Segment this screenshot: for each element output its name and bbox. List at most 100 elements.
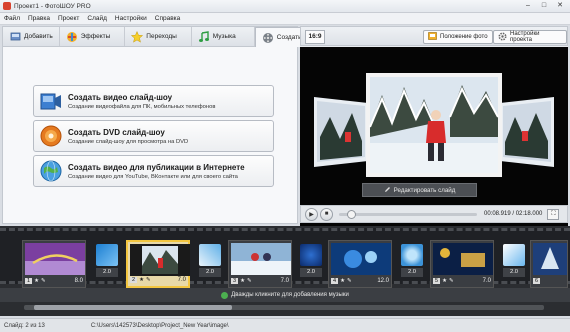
slide-thumbnail xyxy=(130,244,190,276)
timeline-transition[interactable]: 2.0 xyxy=(199,244,221,284)
preview-panel: 16:9 Положение фото Настройки проекта Ре… xyxy=(300,26,568,227)
maximize-button[interactable]: □ xyxy=(537,1,551,11)
music-track[interactable]: Дважды кликните для добавления музыки xyxy=(0,288,570,302)
slide-thumbnail xyxy=(533,243,567,275)
window-title: Проект1 - ФотоШОУ PRO xyxy=(14,2,91,10)
timeline-slide[interactable]: 5 ★ ✎ 7.0 xyxy=(430,240,494,288)
slide-thumbnail xyxy=(433,243,493,275)
timeline-transition[interactable]: 2.0 xyxy=(300,244,322,284)
star-icon: ★ xyxy=(139,277,144,283)
slide-number: 3 xyxy=(231,278,239,284)
tab-music[interactable]: Музыка xyxy=(192,27,255,46)
create-web-subtitle: Создание видео для YouTube, ВКонтакте ил… xyxy=(68,173,238,180)
aspect-ratio-button[interactable]: 16:9 xyxy=(305,30,325,44)
slide-duration: 7.0 xyxy=(280,278,289,284)
stop-icon: ■ xyxy=(324,211,329,217)
timeline-slide-selected[interactable]: 2 ★ ✎ 7.0 xyxy=(126,240,190,288)
edit-slide-label: Редактировать слайд xyxy=(393,186,456,194)
pencil-icon: ✎ xyxy=(449,278,454,284)
stop-button[interactable]: ■ xyxy=(320,207,333,221)
play-button[interactable]: ▶ xyxy=(305,207,318,221)
slide-number: 4 xyxy=(331,278,339,284)
left-panel: Добавить Эффекты Переходы Музыка Создать xyxy=(2,26,315,224)
tab-add[interactable]: Добавить xyxy=(3,27,60,46)
slide-number: 1 xyxy=(25,278,33,284)
menu-edit[interactable]: Правка xyxy=(28,15,50,22)
slide-duration: 8.0 xyxy=(74,278,83,284)
music-add-icon xyxy=(221,291,229,299)
star-icon xyxy=(131,30,144,43)
create-web-video-button[interactable]: Создать видео для публикации в Интернете… xyxy=(33,155,274,187)
edit-slide-button[interactable]: Редактировать слайд xyxy=(362,183,477,197)
photo-position-button[interactable]: Положение фото xyxy=(423,30,493,44)
timeline-scrollbar[interactable] xyxy=(24,305,544,310)
create-video-subtitle: Создание видеофайла для ПК, мобильных те… xyxy=(68,103,216,110)
gear-icon xyxy=(498,31,507,43)
slide-duration: 7.0 xyxy=(482,278,491,284)
seek-handle[interactable] xyxy=(347,209,357,219)
seek-slider[interactable] xyxy=(339,209,477,219)
transition-duration: 2.0 xyxy=(300,268,322,277)
filmstrip: 1 ★ ✎ 8.0 2.0 2 ★ ✎ 7.0 2.0 3 ★ ✎ 7.0 2.0 xyxy=(0,228,570,288)
slide-number: 6 xyxy=(533,278,541,284)
menu-project[interactable]: Проект xyxy=(58,15,79,22)
slide-thumbnail xyxy=(331,243,391,275)
fullscreen-icon: ⛶ xyxy=(551,210,556,217)
slide-thumbnail xyxy=(25,243,85,275)
timeline-slide[interactable]: 6 xyxy=(530,240,568,288)
fullscreen-button[interactable]: ⛶ xyxy=(547,208,560,220)
globe-icon xyxy=(39,159,63,183)
project-settings-label: Настройки проекта xyxy=(510,31,540,43)
transition-duration: 2.0 xyxy=(96,268,118,277)
create-dvd-slideshow-button[interactable]: Создать DVD слайд-шоу Создание слайд-шоу… xyxy=(33,120,274,152)
tab-music-label: Музыка xyxy=(212,33,236,40)
transition-thumbnail xyxy=(401,244,423,266)
music-hint: Дважды кликните для добавления музыки xyxy=(231,292,349,298)
timeline-transition[interactable]: 2.0 xyxy=(401,244,423,284)
transition-thumbnail xyxy=(96,244,118,266)
timeline-transition[interactable]: 2.0 xyxy=(503,244,525,284)
timeline-transition[interactable]: 2.0 xyxy=(96,244,118,284)
menu-file[interactable]: Файл xyxy=(4,15,20,22)
create-dvd-subtitle: Создание слайд-шоу для просмотра на DVD xyxy=(68,138,189,145)
transition-thumbnail xyxy=(503,244,525,266)
timeline-slide[interactable]: 4 ★ ✎ 12.0 xyxy=(328,240,392,288)
video-file-icon xyxy=(39,89,63,113)
close-button[interactable]: ✕ xyxy=(553,1,567,11)
timeline-slide[interactable]: 1 ★ ✎ 8.0 xyxy=(22,240,86,288)
title-bar: Проект1 - ФотоШОУ PRO – □ ✕ xyxy=(0,0,570,13)
preview-image xyxy=(314,73,554,177)
menu-help[interactable]: Справка xyxy=(155,15,181,22)
timeline: 1 ★ ✎ 8.0 2.0 2 ★ ✎ 7.0 2.0 3 ★ ✎ 7.0 2.0 xyxy=(0,226,570,316)
star-icon: ★ xyxy=(240,278,245,284)
dvd-icon xyxy=(39,124,63,148)
create-video-slideshow-button[interactable]: Создать видео слайд-шоу Создание видеофа… xyxy=(33,85,274,117)
app-logo-icon xyxy=(3,2,11,10)
slide-number: 2 xyxy=(130,277,138,283)
film-reel-icon xyxy=(262,32,274,44)
time-readout: 00:08.919 / 02:18.000 xyxy=(484,211,543,217)
timeline-slide[interactable]: 3 ★ ✎ 7.0 xyxy=(228,240,292,288)
transition-duration: 2.0 xyxy=(503,268,525,277)
minimize-button[interactable]: – xyxy=(521,1,535,11)
tab-effects-label: Эффекты xyxy=(80,33,111,40)
star-icon: ★ xyxy=(442,278,447,284)
menu-settings[interactable]: Настройки xyxy=(115,15,147,22)
pencil-icon: ✎ xyxy=(347,278,352,284)
create-web-title: Создать видео для публикации в Интернете xyxy=(68,162,245,172)
tab-effects[interactable]: Эффекты xyxy=(60,27,126,46)
transition-duration: 2.0 xyxy=(199,268,221,277)
menu-slide[interactable]: Слайд xyxy=(87,15,107,22)
project-settings-button[interactable]: Настройки проекта xyxy=(493,30,567,44)
star-icon: ★ xyxy=(340,278,345,284)
player-bar: ▶ ■ 00:08.919 / 02:18.000 ⛶ xyxy=(300,205,568,223)
slide-thumbnail xyxy=(231,243,291,275)
slide-preview[interactable]: Редактировать слайд xyxy=(300,47,568,227)
tab-transitions[interactable]: Переходы xyxy=(125,27,192,46)
create-dvd-title: Создать DVD слайд-шоу xyxy=(68,127,165,137)
preview-toolbar: 16:9 Положение фото Настройки проекта xyxy=(300,26,568,46)
project-path: C:\Users\142573\Desktop\Project_New Year… xyxy=(90,322,229,329)
timeline-scroll-thumb[interactable] xyxy=(34,305,232,310)
window-controls: – □ ✕ xyxy=(521,1,567,11)
transition-thumbnail xyxy=(199,244,221,266)
